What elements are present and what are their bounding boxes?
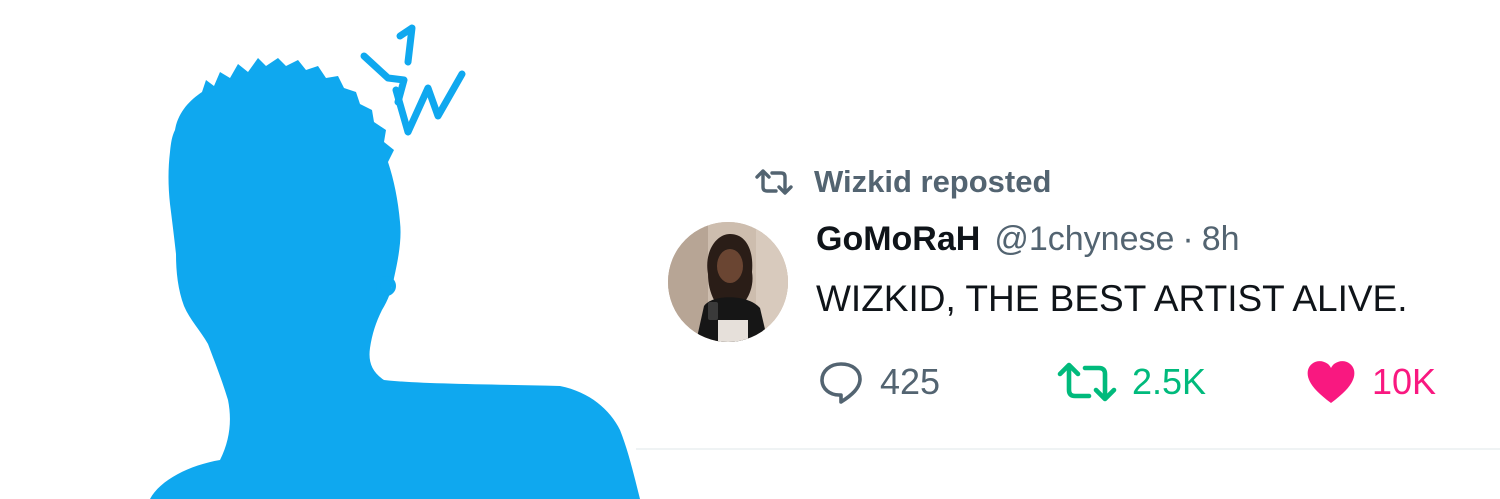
retweet-button[interactable]: 2.5K xyxy=(1056,352,1206,412)
repost-indicator: Wizkid reposted xyxy=(754,164,1051,200)
reply-icon xyxy=(816,357,866,407)
retweet-count: 2.5K xyxy=(1132,361,1207,402)
separator-dot: · xyxy=(1182,220,1194,258)
heart-icon xyxy=(1304,357,1358,407)
tweet-divider xyxy=(636,448,1500,450)
tweet-card[interactable]: Wizkid reposted GoMoRaH @1chynese · 8h W… xyxy=(636,0,1500,499)
crown-logo-icon xyxy=(360,24,466,136)
tweet-timestamp[interactable]: 8h xyxy=(1202,220,1240,259)
user-handle[interactable]: @1chynese xyxy=(994,220,1174,259)
reposted-by-label[interactable]: Wizkid reposted xyxy=(814,164,1051,200)
like-button[interactable]: 10K xyxy=(1304,352,1436,412)
reply-count: 425 xyxy=(880,361,941,402)
tweet-actions: 425 2.5K 10K xyxy=(816,352,1456,412)
tweet-header: GoMoRaH @1chynese · 8h xyxy=(816,220,1240,264)
retweet-icon xyxy=(1056,360,1118,404)
reply-button[interactable]: 425 xyxy=(816,352,940,412)
tweet-text: WIZKID, THE BEST ARTIST ALIVE. xyxy=(816,278,1408,319)
user-avatar[interactable] xyxy=(668,222,788,342)
display-name[interactable]: GoMoRaH xyxy=(816,220,980,259)
repost-icon xyxy=(754,167,800,197)
like-count: 10K xyxy=(1372,361,1437,402)
silhouette-graphic xyxy=(150,58,640,499)
